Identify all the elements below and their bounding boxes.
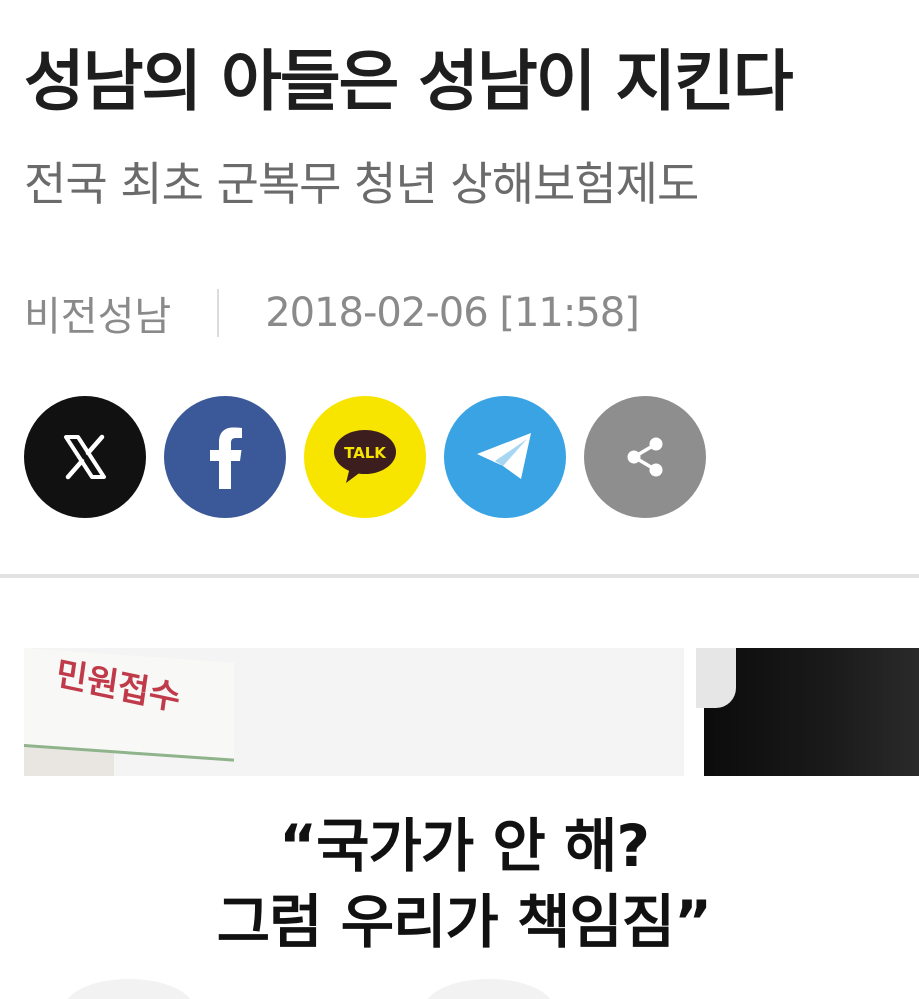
telegram-icon [477, 433, 531, 479]
caption-line-1: “국가가 안 해? [279, 812, 650, 880]
kakaotalk-icon: TALK [334, 430, 396, 483]
share-x-button[interactable] [24, 396, 146, 518]
article-image: 민원접수 “국가가 안 해? 그럼 우리가 책임짐” [24, 648, 919, 999]
share-buttons: TALK [24, 396, 706, 518]
kakaotalk-label: TALK [344, 444, 387, 462]
article-meta: 비전성남 2018-02-06 [11:58] [24, 284, 640, 342]
image-caption: “국가가 안 해? 그럼 우리가 책임짐” [24, 808, 904, 960]
share-facebook-button[interactable] [164, 396, 286, 518]
photo-banner: 민원접수 [24, 648, 234, 762]
banner-text: 민원접수 [53, 653, 183, 720]
article-timestamp: 2018-02-06 [11:58] [265, 290, 640, 336]
x-logo-icon [64, 434, 106, 480]
share-telegram-button[interactable] [444, 396, 566, 518]
article-subheadline: 전국 최초 군복무 청년 상해보험제도 [24, 157, 699, 211]
share-more-button[interactable] [584, 396, 706, 518]
article-author[interactable]: 비전성남 [24, 284, 171, 342]
share-kakaotalk-button[interactable]: TALK [304, 396, 426, 518]
article-headline: 성남의 아들은 성남이 지킨다 [24, 43, 794, 120]
share-icon [627, 437, 663, 477]
facebook-icon [210, 427, 242, 489]
meta-separator [217, 289, 220, 337]
caption-line-2: 그럼 우리가 책임짐” [216, 888, 712, 956]
photo-dark-blob [696, 648, 736, 708]
section-divider [0, 574, 919, 578]
